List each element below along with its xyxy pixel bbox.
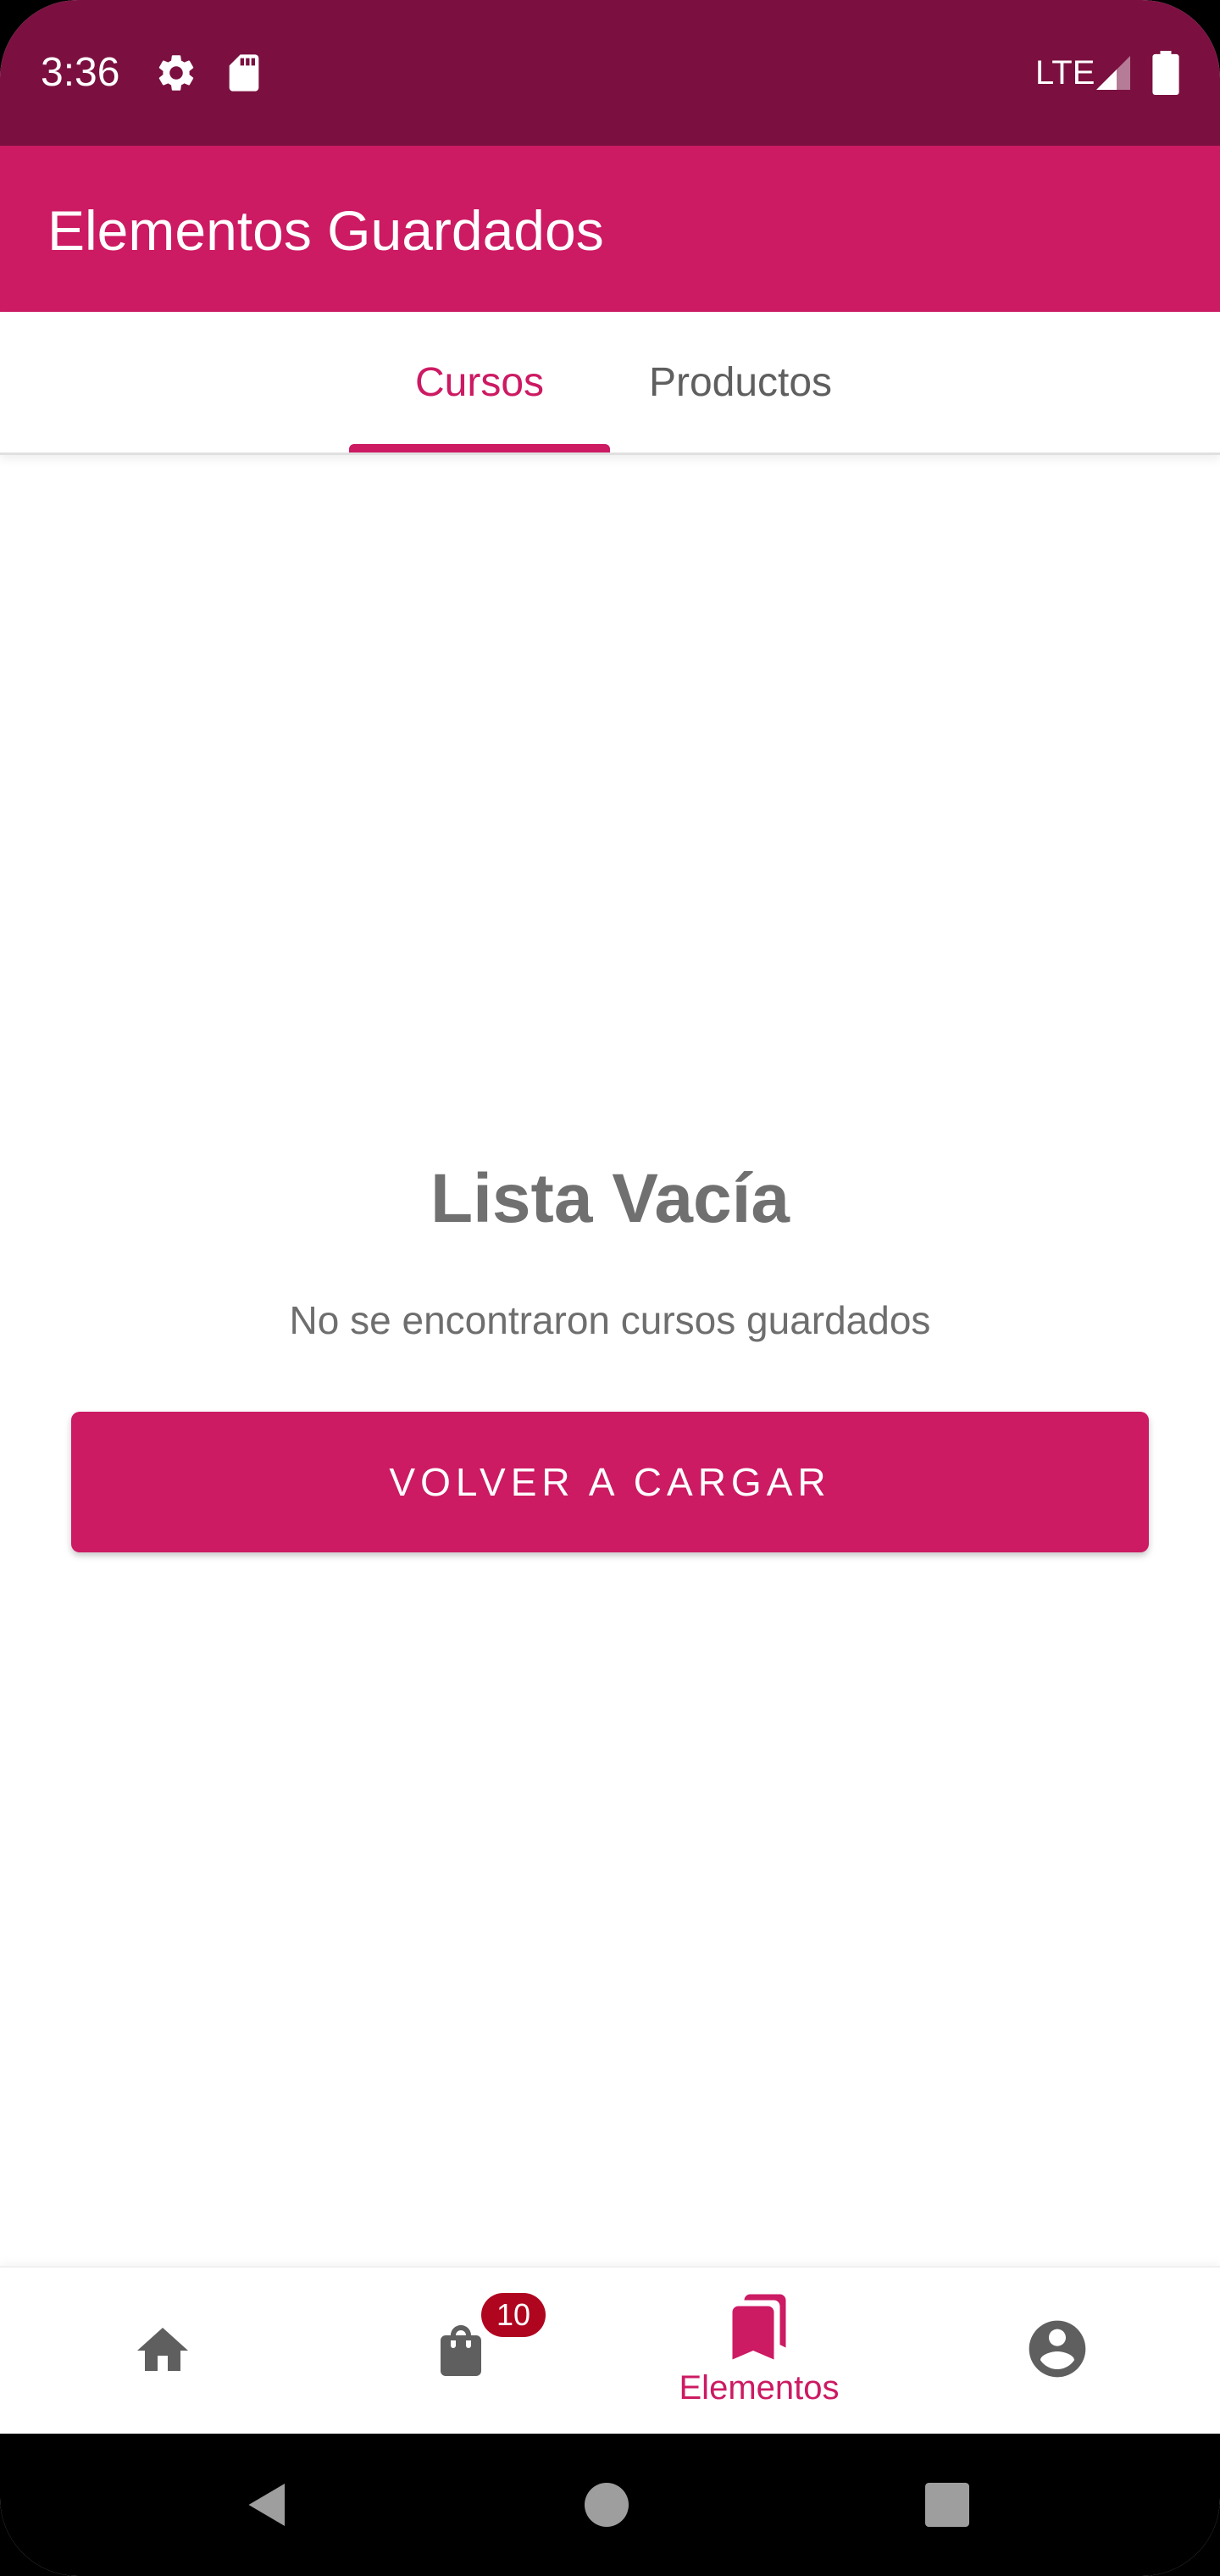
back-icon[interactable] (242, 2479, 293, 2530)
recents-icon[interactable] (925, 2483, 969, 2527)
tab-selected-indicator (349, 444, 610, 452)
cart-count-badge: 10 (481, 2293, 546, 2337)
bookmarks-icon (732, 2294, 786, 2360)
nav-item-profile[interactable] (905, 2268, 1210, 2435)
app-bar: Elementos Guardados (0, 146, 1220, 312)
settings-icon (158, 55, 194, 91)
signal-icon (1096, 56, 1130, 90)
bottom-navigation: 10 Elementos (0, 2266, 1220, 2435)
account-circle-icon (1029, 2320, 1086, 2378)
status-time: 3:36 (41, 50, 120, 95)
nav-item-cart[interactable]: 10 (308, 2268, 613, 2435)
tab-cursos[interactable]: Cursos (349, 312, 610, 452)
page-title: Elementos Guardados (47, 199, 604, 262)
phone-screen: 3:36 LTE Elementos Guardados Cursos Prod… (0, 0, 1220, 2576)
tab-bar: Cursos Productos (0, 312, 1220, 455)
nav-label-elementos: Elementos (679, 2369, 840, 2407)
home-icon (137, 2328, 188, 2371)
empty-state-title: Lista Vacía (430, 1160, 790, 1237)
empty-state-message: No se encontraron cursos guardados (289, 1298, 931, 1342)
battery-icon (1152, 51, 1179, 95)
home-circle-icon[interactable] (585, 2483, 629, 2527)
tab-productos[interactable]: Productos (610, 312, 871, 452)
status-bar: 3:36 LTE (0, 0, 1220, 146)
shopping-bag-icon (441, 2325, 481, 2376)
system-navigation-bar (0, 2434, 1220, 2576)
nav-item-home[interactable] (10, 2268, 315, 2435)
nav-item-elementos[interactable]: Elementos (607, 2268, 912, 2435)
network-type: LTE (1035, 54, 1095, 92)
sd-card-icon (229, 54, 259, 92)
reload-button[interactable]: VOLVER A CARGAR (71, 1412, 1149, 1552)
